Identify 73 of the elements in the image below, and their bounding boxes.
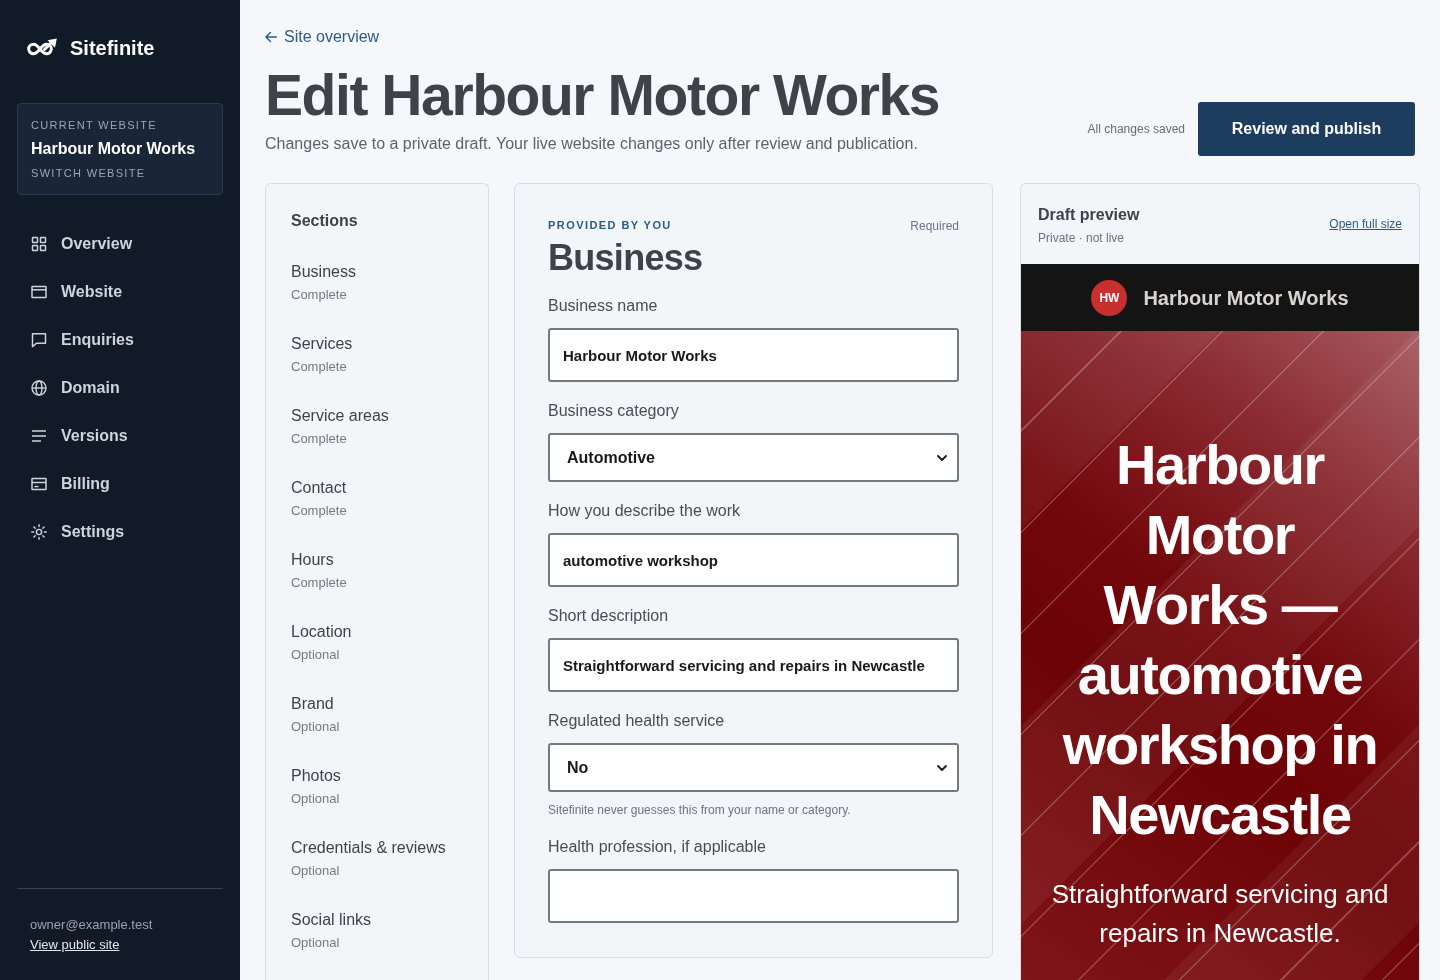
- window-icon: [31, 284, 47, 300]
- section-status: Complete: [291, 430, 347, 448]
- section-status: Optional: [291, 790, 340, 808]
- settings-icon: [31, 524, 47, 540]
- section-status: Optional: [291, 646, 340, 664]
- field-label: Short description: [548, 606, 670, 626]
- field-label: Business name: [548, 296, 659, 316]
- form-title: Business: [548, 238, 704, 278]
- section-link[interactable]: Photos: [291, 764, 341, 788]
- arrow-left-icon: [265, 31, 277, 43]
- section-link[interactable]: Services: [291, 332, 353, 356]
- review-publish-button[interactable]: Review and publish: [1198, 102, 1415, 156]
- field-label: Health profession, if applicable: [548, 837, 767, 857]
- section-link[interactable]: Social links: [291, 908, 372, 932]
- preview-subtitle: Private · not live: [1038, 229, 1126, 246]
- field-label: How you describe the work: [548, 501, 742, 521]
- field-help-text: Sitefinite never guesses this from your name or category.: [548, 802, 852, 818]
- requirement-note: Required: [910, 218, 959, 234]
- card-icon: [31, 476, 47, 492]
- section-status: Optional: [291, 718, 340, 736]
- monogram-badge: HW: [1091, 279, 1128, 316]
- section-status: Optional: [291, 934, 340, 952]
- open-full-size-link[interactable]: Open full size: [1329, 216, 1402, 232]
- globe-icon: [31, 380, 47, 396]
- text-field[interactable]: [548, 869, 959, 923]
- save-status: All changes saved: [1087, 121, 1185, 137]
- text-field[interactable]: Straightforward servicing and repairs in Newcastle: [548, 638, 959, 692]
- section-status: Complete: [291, 502, 347, 520]
- section-link[interactable]: Hours: [291, 548, 334, 572]
- hero-headline: Harbour Motor Works — automotive workshop in Newcastle: [1061, 432, 1379, 848]
- account-email: owner@example.test: [30, 916, 154, 934]
- section-status: Complete: [291, 574, 347, 592]
- text-field[interactable]: automotive workshop: [548, 533, 959, 587]
- section-status: Complete: [291, 358, 347, 376]
- back-link[interactable]: Site overview: [265, 25, 380, 49]
- field-label: Business category: [548, 401, 680, 421]
- chevron-down-icon: [937, 764, 947, 771]
- nav-link[interactable]: Domain: [17, 364, 223, 412]
- nav-link[interactable]: Versions: [17, 412, 223, 460]
- preview-title: Draft preview: [1038, 204, 1140, 225]
- page-subtitle: Changes save to a private draft. Your live website changes only after review and publication.: [265, 134, 919, 154]
- select-field[interactable]: Automotive: [548, 433, 959, 482]
- nav-link[interactable]: Overview: [17, 220, 223, 268]
- brand-name: Sitefinite: [70, 36, 155, 60]
- section-status: Optional: [291, 862, 340, 880]
- section-link[interactable]: Credentials & reviews: [291, 836, 446, 860]
- site-name: Harbour Motor Works: [1143, 285, 1349, 310]
- section-eyebrow: PROVIDED BY YOU: [548, 218, 672, 232]
- logo-icon: [25, 38, 57, 58]
- field-label: Regulated health service: [548, 711, 726, 731]
- card-caption: CURRENT WEBSITE: [31, 118, 158, 133]
- text-field[interactable]: Harbour Motor Works: [548, 328, 959, 382]
- chevron-down-icon: [937, 454, 947, 461]
- speech-bubble-icon: [31, 332, 47, 348]
- section-link[interactable]: Contact: [291, 476, 347, 500]
- hero-tagline: Straightforward servicing and repairs in Newcastle.: [1050, 878, 1390, 950]
- section-link[interactable]: Brand: [291, 692, 334, 716]
- section-link[interactable]: Service areas: [291, 404, 389, 428]
- grid-icon: [31, 236, 47, 252]
- website-name: Harbour Motor Works: [31, 139, 197, 159]
- view-public-site-link[interactable]: View public site: [30, 936, 120, 954]
- section-link[interactable]: Location: [291, 620, 352, 644]
- nav-link[interactable]: Website: [17, 268, 223, 316]
- section-status: Complete: [291, 286, 347, 304]
- section-link[interactable]: Business: [291, 260, 356, 284]
- page-title: Edit Harbour Motor Works: [265, 67, 940, 124]
- nav-link[interactable]: Enquiries: [17, 316, 223, 364]
- select-field[interactable]: No: [548, 743, 959, 792]
- sections-heading: Sections: [291, 211, 359, 231]
- nav-link[interactable]: Billing: [17, 460, 223, 508]
- switch-website-link[interactable]: SWITCH WEBSITE: [31, 165, 146, 181]
- lines-icon: [31, 428, 47, 444]
- nav-link[interactable]: Settings: [17, 508, 223, 556]
